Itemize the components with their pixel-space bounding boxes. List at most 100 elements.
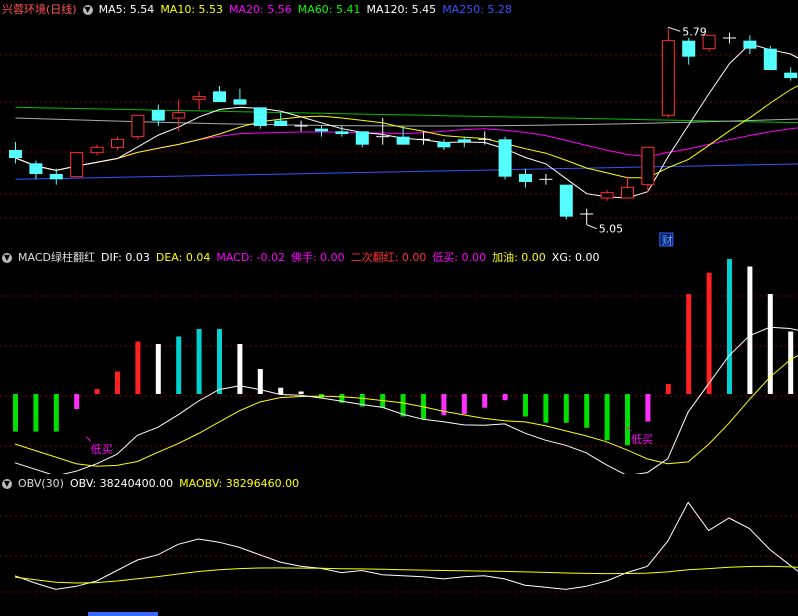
candle-body (70, 152, 84, 178)
candle-body (274, 120, 288, 126)
macd-label-7: XG: 0.00 (551, 251, 600, 264)
low-marker-line (586, 224, 597, 230)
candle-body (396, 136, 410, 145)
candle-body (131, 114, 145, 138)
macd-bar (502, 394, 508, 401)
candle-body (192, 96, 206, 100)
candle-body (743, 40, 757, 49)
macd-panel[interactable]: 低买 低买 ▼ MACD绿柱翻红 DIF: 0.03 DEA: 0.04 MACD: -0… (0, 248, 798, 474)
macd-bar (74, 394, 80, 409)
ma-indicators: MA5: 5.54 MA10: 5.53 MA20: 5.56 MA60: 5.41 M… (99, 3, 518, 16)
macd-bar (135, 341, 141, 394)
candle-body (335, 131, 349, 134)
buy-signal-label: 低买 (91, 443, 113, 456)
obv-chart[interactable] (0, 474, 798, 616)
candle-body (763, 48, 777, 70)
candle-body (641, 146, 655, 186)
candle-body (682, 40, 696, 57)
macd-label-0: DIF: 0.03 (100, 251, 150, 264)
obv-label-0: OBV: 38240400.00 (69, 477, 174, 490)
macd-label-2: MACD: -0.02 (216, 251, 285, 264)
macd-bar (625, 394, 630, 446)
low-price-label: 5.05 (599, 223, 624, 236)
ma-label-4: MA120: 5.45 (366, 3, 437, 16)
date-axis-highlight[interactable] (88, 612, 158, 616)
macd-bar (298, 391, 304, 394)
macd-chart[interactable]: 低买低买 (0, 248, 798, 474)
candle-body (111, 138, 124, 148)
macd-label-6: 加油: 0.00 (492, 251, 546, 264)
macd-bar (196, 329, 202, 394)
candle-body (437, 142, 451, 148)
price-header: 兴蓉环境(日线) ▼ MA5: 5.54 MA10: 5.53 MA20: 5.56 MA… (2, 2, 524, 18)
candle-body (621, 186, 634, 199)
macd-bar (33, 394, 39, 432)
macd-bar (788, 331, 794, 394)
candle-body (49, 174, 63, 180)
candle-body (9, 150, 22, 158)
stock-title[interactable]: 兴蓉环境(日线) (2, 3, 77, 16)
candle-body (253, 107, 267, 126)
macd-label-1: DEA: 0.04 (155, 251, 211, 264)
high-price-label: 5.79 (682, 25, 707, 38)
macd-bar (665, 384, 671, 394)
macd-bar (482, 394, 488, 408)
macd-bar (53, 394, 59, 432)
macd-label-5: 低买: 0.00 (432, 251, 487, 264)
macd-bar (747, 266, 753, 394)
macd-header: ▼ MACD绿柱翻红 DIF: 0.03 DEA: 0.04 MACD: -0.02 佛手… (2, 250, 612, 266)
candle-body (498, 139, 512, 177)
macd-bar (706, 272, 712, 394)
macd-bar (13, 394, 18, 432)
macd-title[interactable]: MACD绿柱翻红 (18, 251, 95, 264)
macd-bar (523, 394, 528, 417)
candle-body (600, 192, 614, 199)
macd-label-3: 佛手: 0.00 (290, 251, 345, 264)
price-panel[interactable]: 5.79 5.05 财 兴蓉环境(日线) ▼ MA5: 5.54 MA10: 5.53 MA… (0, 0, 798, 248)
macd-bar (584, 394, 590, 428)
macd-bar (278, 387, 284, 394)
candle-body (90, 146, 104, 154)
candle-body (151, 110, 165, 121)
macd-bar (727, 259, 732, 394)
macd-bar (155, 344, 161, 394)
dropdown-icon[interactable]: ▼ (2, 479, 12, 489)
macd-bar (94, 389, 100, 394)
dea-line (14, 355, 798, 467)
macd-bar (176, 336, 182, 394)
macd-bar (461, 394, 467, 414)
candle-body (355, 131, 369, 145)
buy-signal-arrow (86, 436, 91, 442)
ma250-line (15, 163, 798, 180)
macd-bar (604, 394, 610, 441)
macd-bar (543, 394, 549, 423)
candle-body (559, 184, 573, 217)
dropdown-icon[interactable]: ▼ (2, 253, 12, 263)
maobv-line (14, 565, 798, 584)
ma-label-3: MA60: 5.41 (297, 3, 361, 16)
high-marker-line (668, 26, 681, 32)
candle-body (233, 99, 247, 105)
candle-body (784, 72, 798, 78)
macd-bar (115, 371, 120, 394)
ma-label-5: MA250: 5.28 (442, 3, 512, 16)
obv-title[interactable]: OBV(30) (18, 477, 64, 490)
macd-bar (686, 294, 692, 394)
candle-body (213, 91, 226, 102)
candle-body (457, 139, 471, 142)
candle-body (519, 174, 532, 182)
macd-bar (645, 394, 651, 422)
obv-label-1: MAOBV: 38296460.00 (179, 477, 300, 490)
obv-line (14, 501, 798, 590)
candle-body (29, 163, 43, 174)
ma-label-0: MA5: 5.54 (98, 3, 155, 16)
macd-bar (563, 394, 569, 423)
candle-body (172, 112, 186, 119)
dropdown-icon[interactable]: ▼ (82, 5, 93, 15)
candlestick-chart[interactable]: 5.79 5.05 财 (0, 0, 798, 248)
event-badge-text: 财 (662, 233, 673, 247)
ma-label-1: MA10: 5.53 (160, 3, 224, 16)
obv-panel[interactable]: ▼ OBV(30) OBV: 38240400.00 MAOBV: 38296460.… (0, 474, 798, 616)
macd-bar (217, 329, 222, 394)
buy-signal-label: 低买 (631, 433, 653, 446)
